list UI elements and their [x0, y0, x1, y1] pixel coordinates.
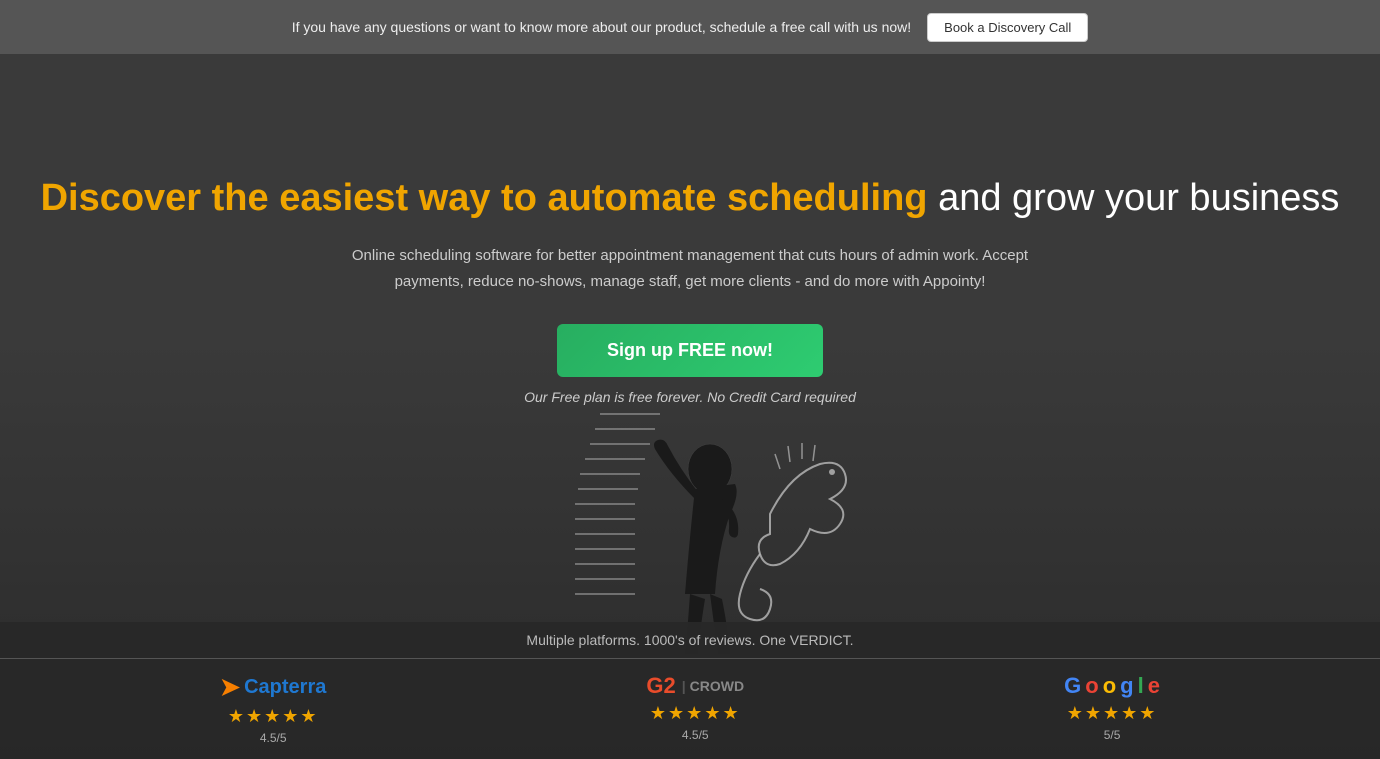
reviews-verdict: Multiple platforms. 1000's of reviews. O…	[0, 622, 1380, 659]
google-g2: g	[1120, 673, 1133, 699]
google-logo: Google	[1064, 673, 1160, 699]
google-stars: ★★★★★	[1067, 703, 1158, 724]
capterra-name: Capterra	[244, 676, 326, 699]
capterra-score: 4.5/5	[260, 731, 287, 745]
g2-name: G2	[646, 673, 675, 699]
g2-score: 4.5/5	[682, 728, 709, 742]
hero-subtitle: Online scheduling software for better ap…	[340, 243, 1040, 294]
google-o2: o	[1103, 673, 1116, 699]
hero-headline: Discover the easiest way to automate sch…	[20, 174, 1360, 223]
capterra-logo: ➤ Capterra	[220, 673, 326, 702]
google-o1: o	[1085, 673, 1098, 699]
google-score: 5/5	[1104, 728, 1121, 742]
free-plan-text: Our Free plan is free forever. No Credit…	[20, 389, 1360, 405]
g2-logo: G2 | CROWD	[646, 673, 744, 699]
hero-headline-rest: and grow your business	[928, 177, 1340, 219]
reviews-section: Multiple platforms. 1000's of reviews. O…	[0, 622, 1380, 759]
google-g1: G	[1064, 673, 1081, 699]
g2-crowd-text: CROWD	[690, 678, 744, 694]
hero-section: Discover the easiest way to automate sch…	[0, 124, 1380, 435]
google-platform: Google ★★★★★ 5/5	[1064, 673, 1160, 745]
discovery-call-button[interactable]: Book a Discovery Call	[927, 13, 1088, 42]
capterra-platform: ➤ Capterra ★★★★★ 4.5/5	[220, 673, 326, 745]
google-e: e	[1148, 673, 1160, 699]
cta-container: Sign up FREE now!	[20, 324, 1360, 389]
signup-button[interactable]: Sign up FREE now!	[557, 324, 823, 377]
main-content: a appointy Home Product Tour Customers C…	[0, 54, 1380, 759]
g2-divider: |	[682, 678, 686, 694]
capterra-arrow-icon: ➤	[220, 673, 240, 702]
capterra-stars: ★★★★★	[228, 706, 319, 727]
hero-headline-highlight: Discover the easiest way to automate sch…	[41, 177, 928, 219]
g2-platform: G2 | CROWD ★★★★★ 4.5/5	[646, 673, 744, 745]
g2-stars: ★★★★★	[650, 703, 741, 724]
reviews-platforms: ➤ Capterra ★★★★★ 4.5/5 G2 | CROWD ★★★★★ …	[0, 659, 1380, 759]
announcement-text: If you have any questions or want to kno…	[292, 19, 911, 35]
google-l: l	[1138, 673, 1144, 699]
announcement-bar: If you have any questions or want to kno…	[0, 0, 1380, 54]
